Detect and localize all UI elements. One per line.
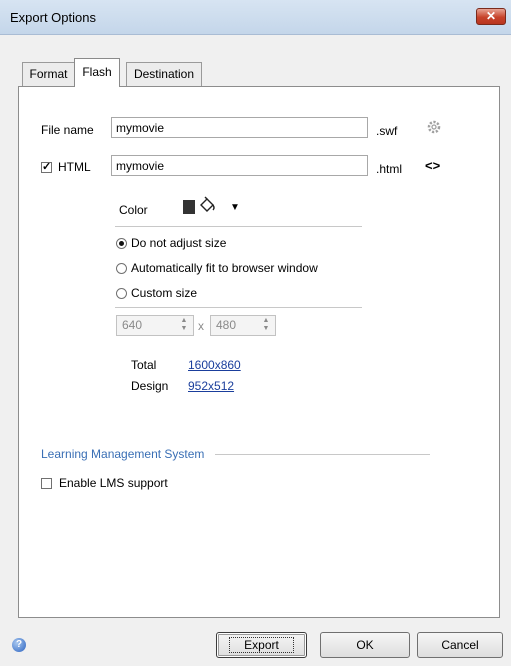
tab-flash-label: Flash (82, 65, 112, 79)
close-button[interactable]: ✕ (476, 8, 506, 25)
radio-do-not-adjust-label: Do not adjust size (131, 236, 227, 250)
html-file-input[interactable] (111, 155, 368, 176)
file-name-input[interactable] (111, 117, 368, 138)
design-size-link[interactable]: 952x512 (188, 379, 234, 393)
tab-destination-label: Destination (133, 67, 195, 81)
tab-format-label: Format (29, 67, 68, 81)
height-value: 480 (216, 318, 237, 332)
width-value: 640 (122, 318, 143, 332)
html-label: HTML (58, 160, 91, 174)
html-extension-label: .html (376, 162, 403, 176)
code-brackets-icon[interactable]: <> (425, 158, 440, 173)
stepper-arrows-icon[interactable]: ▲ ▼ (261, 317, 271, 333)
width-stepper[interactable]: 640 ▲ ▼ (116, 315, 194, 336)
ok-button[interactable]: OK (320, 632, 410, 658)
tab-format[interactable]: Format (22, 62, 75, 86)
html-checkbox[interactable]: ✓ (41, 161, 52, 173)
window-title: Export Options (10, 10, 96, 25)
stepper-arrows-icon[interactable]: ▲ ▼ (179, 317, 189, 333)
size-separator: x (198, 319, 204, 333)
swf-extension-label: .swf (376, 124, 398, 138)
export-button[interactable]: Export (216, 632, 307, 658)
gear-icon[interactable] (426, 119, 442, 135)
radio-custom-size-label: Custom size (131, 286, 198, 300)
design-label: Design (131, 379, 169, 393)
tab-flash[interactable]: Flash (74, 58, 120, 87)
enable-lms-checkbox[interactable] (41, 478, 52, 489)
export-button-label: Export (229, 637, 294, 653)
total-size-link[interactable]: 1600x860 (188, 358, 241, 372)
cancel-button[interactable]: Cancel (417, 632, 503, 658)
radio-fit-browser-label: Automatically fit to browser window (131, 261, 318, 275)
lms-section-title: Learning Management System (41, 447, 205, 461)
total-label: Total (131, 358, 157, 372)
enable-lms-label: Enable LMS support (59, 476, 168, 490)
close-icon: ✕ (485, 9, 497, 23)
color-label: Color (119, 203, 148, 217)
checkmark-icon: ✓ (42, 161, 52, 173)
radio-do-not-adjust[interactable] (116, 238, 127, 249)
height-stepper[interactable]: 480 ▲ ▼ (210, 315, 276, 336)
divider (115, 307, 362, 308)
radio-fit-browser[interactable] (116, 263, 127, 274)
help-icon[interactable]: ? (12, 638, 26, 652)
cancel-button-label: Cancel (441, 638, 479, 652)
file-name-label: File name (41, 123, 94, 137)
color-dropdown-arrow-icon[interactable]: ▼ (230, 202, 240, 213)
divider (215, 454, 430, 455)
paint-bucket-icon[interactable] (197, 196, 217, 216)
radio-custom-size[interactable] (116, 288, 127, 299)
divider (115, 226, 362, 227)
tab-destination[interactable]: Destination (126, 62, 202, 86)
title-bar: Export Options ✕ (0, 0, 511, 35)
color-swatch[interactable] (183, 200, 195, 214)
ok-button-label: OK (356, 638, 374, 652)
